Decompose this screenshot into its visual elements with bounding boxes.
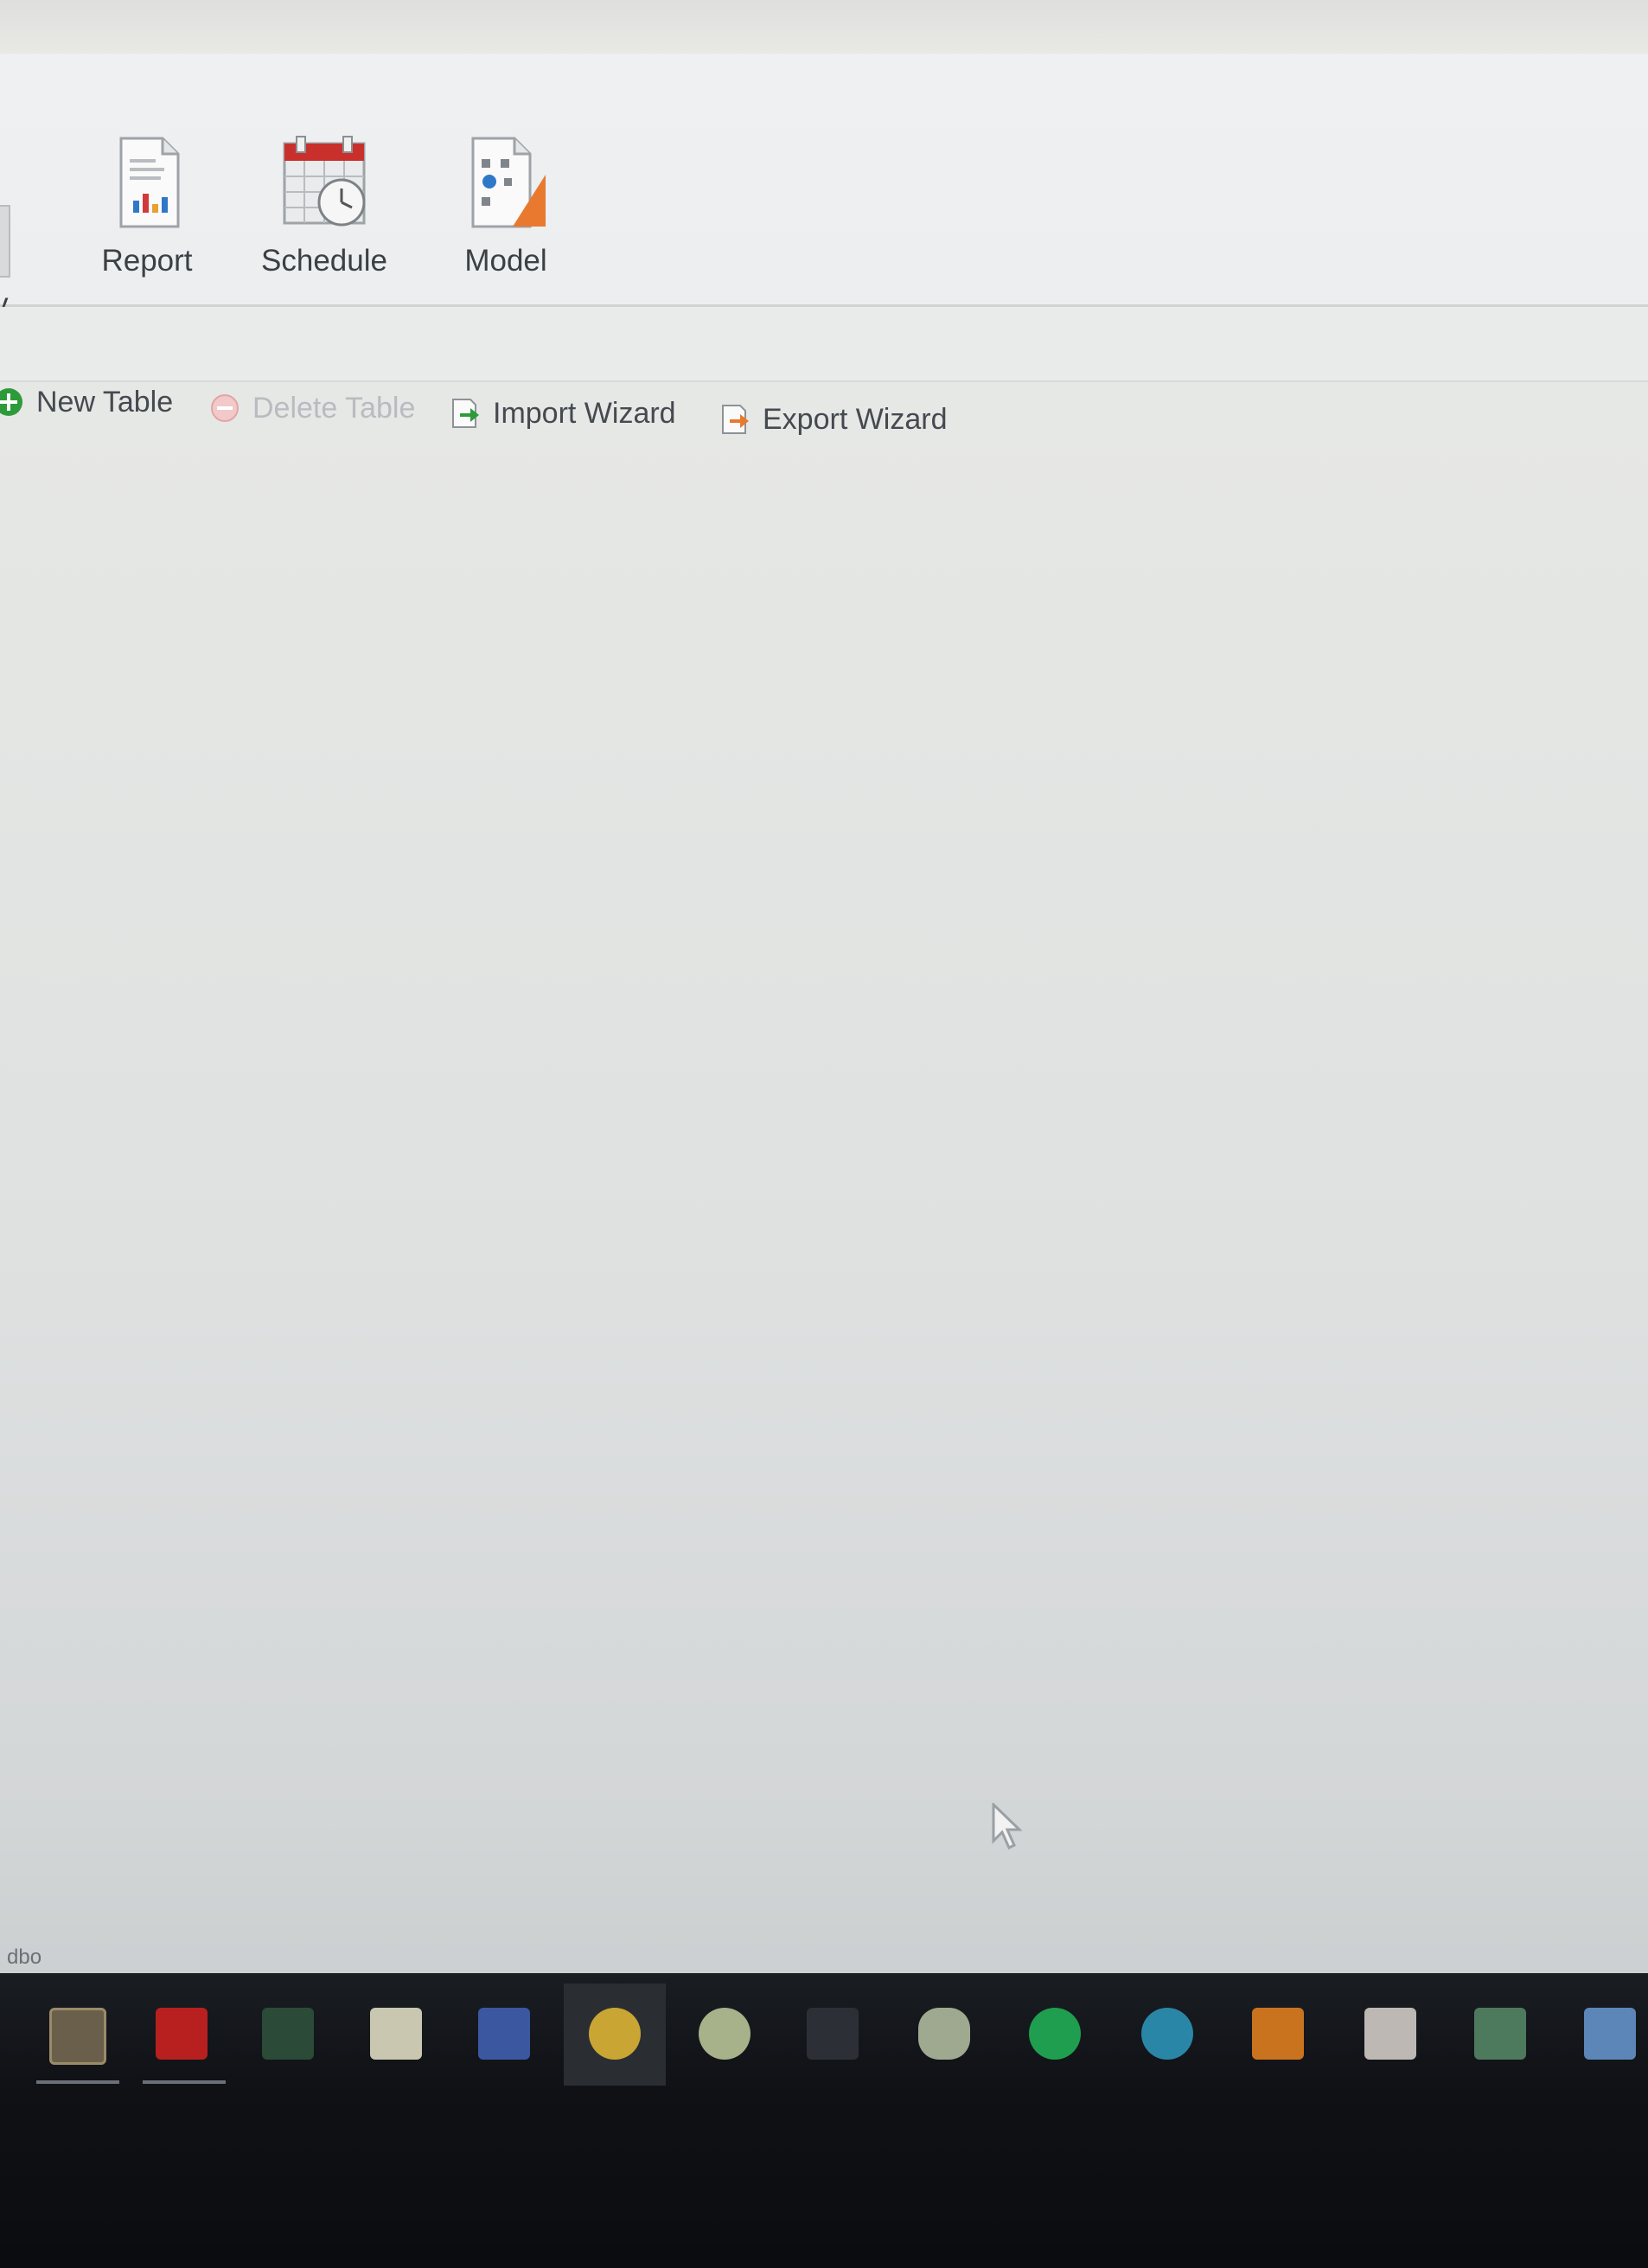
schedule-button[interactable]: Schedule bbox=[238, 131, 411, 278]
status-bar: dbo bbox=[0, 1944, 1648, 1973]
filezilla-icon[interactable] bbox=[156, 2008, 208, 2060]
new-table-button[interactable]: New Table bbox=[0, 385, 173, 419]
schema-label: dbo bbox=[7, 1945, 42, 1969]
document-icon[interactable] bbox=[1364, 2008, 1416, 2060]
query-icon[interactable] bbox=[0, 205, 10, 278]
report-icon bbox=[119, 137, 180, 228]
object-list-pane[interactable] bbox=[0, 460, 1648, 1947]
folder-icon[interactable] bbox=[1252, 2008, 1304, 2060]
remote-desktop-icon[interactable] bbox=[478, 2008, 530, 2060]
mouse-cursor-icon bbox=[992, 1803, 1023, 1850]
export-icon bbox=[722, 405, 749, 434]
import-wizard-button[interactable]: Import Wizard bbox=[448, 396, 676, 431]
tab-strip bbox=[0, 307, 1648, 382]
network-tool-icon[interactable] bbox=[262, 2008, 314, 2060]
ribbon: y Report Schedule Model bbox=[0, 54, 1648, 321]
taskbar-underline bbox=[143, 2080, 226, 2084]
cloud-icon[interactable] bbox=[918, 2008, 970, 2060]
import-icon bbox=[452, 399, 479, 428]
report-label: Report bbox=[101, 244, 193, 278]
app-window: y Report Schedule Model New Table Delete… bbox=[0, 0, 1648, 2268]
export-wizard-label: Export Wizard bbox=[763, 402, 948, 436]
messenger-icon[interactable] bbox=[699, 2008, 751, 2060]
report-button[interactable]: Report bbox=[61, 131, 233, 278]
taskbar-underline bbox=[36, 2080, 119, 2084]
window-icon[interactable] bbox=[49, 2008, 106, 2065]
model-icon bbox=[471, 137, 546, 228]
title-bar bbox=[0, 0, 1648, 54]
model-label: Model bbox=[464, 244, 547, 278]
chat-icon[interactable] bbox=[589, 2008, 641, 2060]
spreadsheet-icon[interactable] bbox=[370, 2008, 422, 2060]
app-icon[interactable] bbox=[1584, 2008, 1636, 2060]
object-toolbar: New Table Delete Table Import Wizard Exp… bbox=[0, 380, 1648, 458]
import-wizard-label: Import Wizard bbox=[493, 396, 676, 430]
new-table-label: New Table bbox=[36, 385, 174, 418]
browser-icon[interactable] bbox=[1141, 2008, 1193, 2060]
delete-icon bbox=[211, 394, 239, 422]
model-button[interactable]: Model bbox=[419, 131, 592, 278]
spotify-icon[interactable] bbox=[1029, 2008, 1081, 2060]
taskbar bbox=[0, 1973, 1648, 2268]
delete-table-button[interactable]: Delete Table bbox=[208, 391, 415, 425]
delete-table-label: Delete Table bbox=[252, 391, 416, 425]
schedule-icon bbox=[283, 136, 366, 227]
export-wizard-button[interactable]: Export Wizard bbox=[718, 402, 948, 437]
terminal-icon[interactable] bbox=[807, 2008, 859, 2060]
add-icon bbox=[0, 388, 22, 416]
schedule-label: Schedule bbox=[261, 244, 387, 278]
tool-icon[interactable] bbox=[1474, 2008, 1526, 2060]
